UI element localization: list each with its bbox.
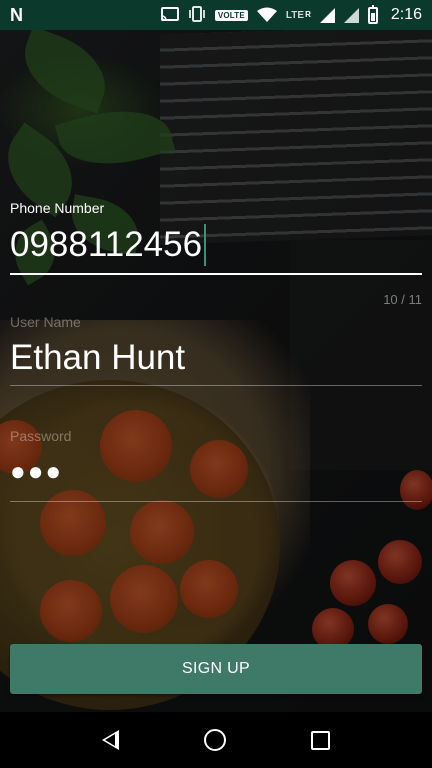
status-bar: N VOLTE LTE R 2:16 [0,0,432,30]
phone-number-underline [10,273,422,275]
text-cursor [204,224,207,266]
lte-label: LTE [285,9,305,21]
cast-icon [160,6,179,24]
password-label: Password [10,428,72,444]
wifi-icon [256,7,277,24]
phone-number-label: Phone Number [10,200,105,216]
password-value: ●●● [10,456,64,486]
user-name-input[interactable]: Ethan Hunt [10,338,422,378]
password-input[interactable]: ●●● [10,456,422,487]
status-time: 2:16 [390,6,422,23]
volte-icon: VOLTE [214,9,248,21]
password-field[interactable]: Password ●●● [10,428,422,502]
navigation-bar [0,712,432,768]
recents-icon[interactable] [310,730,330,750]
user-name-field[interactable]: User Name Ethan Hunt [10,314,422,386]
vibrate-icon [188,6,206,24]
user-name-value: Ethan Hunt [10,338,186,377]
phone-number-value: 0988112456 [10,225,203,264]
signal-icon [343,7,359,23]
sign-up-button[interactable]: SIGN UP [10,644,422,694]
user-name-label: User Name [10,314,81,330]
home-icon[interactable] [203,729,226,751]
phone-number-field[interactable]: Phone Number 0988112456 10 / 11 [10,200,422,307]
signal-icon [319,7,335,23]
n-logo-icon: N [10,4,23,25]
network-type-label: LTE R [286,10,311,21]
password-underline [10,501,422,502]
phone-number-counter: 10 / 11 [383,292,422,307]
user-name-underline [10,385,422,386]
back-icon[interactable] [102,730,120,750]
phone-number-input[interactable]: 0988112456 [10,224,422,266]
roaming-label: R [305,9,311,19]
battery-icon [367,4,378,24]
